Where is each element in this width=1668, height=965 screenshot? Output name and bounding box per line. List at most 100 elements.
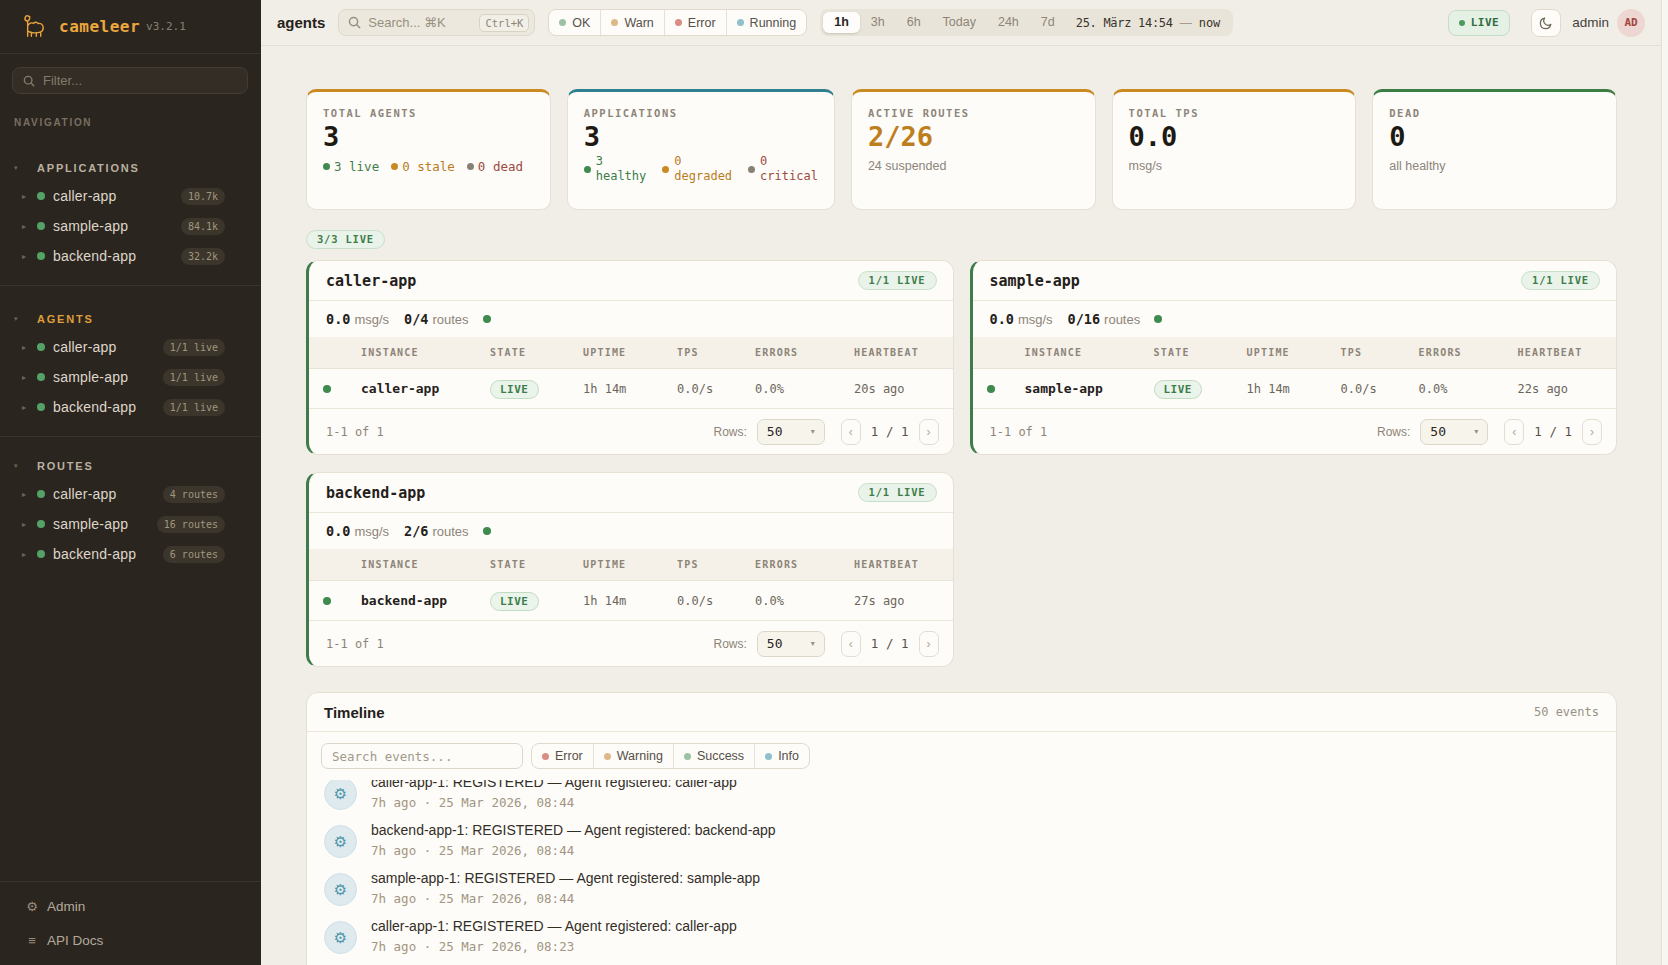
next-page-button[interactable]: › [919,631,939,657]
avatar[interactable]: AD [1617,9,1645,37]
app-version: v3.2.1 [146,20,186,33]
status-dot [675,19,682,26]
theme-toggle-button[interactable] [1531,9,1561,37]
status-filter-running[interactable]: Running [726,10,807,35]
sidebar-item-caller-app[interactable]: ▸caller-app10.7k [0,181,261,211]
sidebar-item-badge: 16 routes [157,516,225,533]
rows-per-page-select[interactable]: 50▾ [757,631,825,657]
status-filter-ok[interactable]: OK [549,10,600,35]
gear-icon: ⚙ [24,899,40,914]
date-range-separator: — [1180,16,1192,30]
sidebar-item-label: caller-app [53,339,116,355]
chevron-right-icon: ▸ [22,192,31,201]
sidebar-filter-input[interactable]: Filter... [12,67,248,94]
stat-breakdown-item: 3healthy [584,154,647,184]
time-range-6h[interactable]: 6h [896,12,932,33]
sidebar-item-backend-app[interactable]: ▸backend-app32.2k [0,241,261,271]
pagination: 1-1 of 1Rows:50▾‹1 / 1› [309,409,953,454]
sidebar-item-backend-app[interactable]: ▸backend-app6 routes [0,539,261,569]
timeline-event[interactable]: ⚙caller-app-1: REGISTERED — Agent regist… [324,919,1600,954]
timeline-event[interactable]: ⚙sample-app-1: REGISTERED — Agent regist… [324,871,1600,906]
app-routes-value: 2/6 [404,523,428,539]
gear-icon: ⚙ [324,825,357,858]
stat-card-total-agents: TOTAL AGENTS33 live0 stale0 dead [306,89,551,210]
pagination-range: 1-1 of 1 [326,637,384,651]
app-tps-value: 0.0 [326,311,350,327]
stat-breakdown-item: 3 live [323,159,379,174]
timeline-filter-group: ErrorWarningSuccessInfo [531,743,810,769]
stat-value: 0.0 [1129,123,1340,150]
previous-page-button[interactable]: ‹ [841,419,861,445]
rows-per-page-select[interactable]: 50▾ [757,419,825,445]
sidebar-section-header[interactable]: ▾APPLICATIONS [0,161,261,175]
rows-per-page-value: 50 [767,424,783,439]
event-timestamp: 7h ago · 25 Mar 2026, 08:44 [371,843,776,858]
app-routes-value: 0/16 [1068,311,1101,327]
next-page-button[interactable]: › [1582,419,1602,445]
timeline-filter-error[interactable]: Error [532,744,593,768]
next-page-button[interactable]: › [919,419,939,445]
column-header-heartbeat: HEARTBEAT [854,347,953,358]
sidebar-item-badge: 84.1k [181,218,225,235]
status-dot [662,166,669,173]
stat-breakdown-item: 0 dead [467,159,523,174]
search-input[interactable]: Search... ⌘K Ctrl+K [338,9,535,36]
timeline-filter-warning[interactable]: Warning [593,744,673,768]
status-dot [323,163,330,170]
sidebar-footer-item-api-docs[interactable]: ≡API Docs [0,923,261,957]
sidebar-item-sample-app[interactable]: ▸sample-app1/1 live [0,362,261,392]
sidebar-item-label: backend-app [53,399,136,415]
stat-card-total-tps: TOTAL TPS0.0msg/s [1112,89,1357,210]
app-health-dot [483,315,491,323]
event-timestamp: 7h ago · 25 Mar 2026, 08:44 [371,891,760,906]
time-range-7d[interactable]: 7d [1030,12,1066,33]
column-header-instance: INSTANCE [345,559,490,570]
timeline-event[interactable]: ⚙caller-app-1: REGISTERED — Agent regist… [324,780,1600,810]
event-title: backend-app-1: REGISTERED — Agent regist… [371,823,776,838]
stat-label: APPLICATIONS [584,107,818,119]
status-filter-error[interactable]: Error [664,10,726,35]
rows-per-page-select[interactable]: 50▾ [1420,419,1488,445]
previous-page-button[interactable]: ‹ [841,631,861,657]
table-row[interactable]: backend-appLIVE1h 14m0.0/s0.0%27s ago [309,581,953,621]
table-row[interactable]: caller-appLIVE1h 14m0.0/s0.0%20s ago [309,369,953,409]
sidebar-footer-item-admin[interactable]: ⚙Admin [0,889,261,923]
status-dot [37,550,45,558]
timeline-search-input[interactable]: Search events... [321,743,523,769]
instance-name: backend-app [345,593,490,608]
sidebar-section-header[interactable]: ▾AGENTS [0,312,261,326]
sidebar-item-caller-app[interactable]: ▸caller-app1/1 live [0,332,261,362]
time-range-24h[interactable]: 24h [987,12,1030,33]
timeline-filter-success[interactable]: Success [673,744,754,768]
date-range-end[interactable]: now [1199,16,1221,30]
timeline-filter-info[interactable]: Info [754,744,809,768]
date-range-start[interactable]: 25. März 14:54 [1076,16,1173,30]
page-scrollbar[interactable] [1661,0,1668,965]
chevron-right-icon: ▸ [22,490,31,499]
sidebar-item-badge: 6 routes [163,546,225,563]
stat-breakdown-text: 3 live [334,159,379,174]
time-range-1h[interactable]: 1h [823,12,860,33]
time-range-3h[interactable]: 3h [860,12,896,33]
chevron-right-icon: ▸ [22,343,31,352]
table-header: INSTANCESTATEUPTIMETPSERRORSHEARTBEAT [309,549,953,581]
sidebar-section-header[interactable]: ▾ROUTES [0,459,261,473]
event-timestamp: 7h ago · 25 Mar 2026, 08:23 [371,939,737,954]
timeline-event[interactable]: ⚙ backend-app-1: REGISTERED — Agent regis… [324,823,1600,858]
sidebar-item-backend-app[interactable]: ▸backend-app1/1 live [0,392,261,422]
time-range-today[interactable]: Today [932,12,987,33]
sidebar-item-caller-app[interactable]: ▸caller-app4 routes [0,479,261,509]
status-filter-warn[interactable]: Warn [600,10,663,35]
sidebar-item-sample-app[interactable]: ▸sample-app84.1k [0,211,261,241]
previous-page-button[interactable]: ‹ [1504,419,1524,445]
stat-value: 0 [1389,123,1600,150]
sidebar-section-routes: ▾ROUTES ▸caller-app4 routes▸sample-app16 … [0,436,261,583]
health-count: 0 [760,154,818,169]
table-row[interactable]: sample-appLIVE1h 14m0.0/s0.0%22s ago [973,369,1617,409]
stat-breakdown-text: 0 dead [478,159,523,174]
app-tps-unit: msg/s [354,524,389,539]
time-range-group: 1h3h6hToday24h7d 25. März 14:54 — now [820,9,1233,36]
sidebar-item-sample-app[interactable]: ▸sample-app16 routes [0,509,261,539]
sidebar-item-label: sample-app [53,218,128,234]
chevron-down-icon: ▾ [14,315,24,323]
